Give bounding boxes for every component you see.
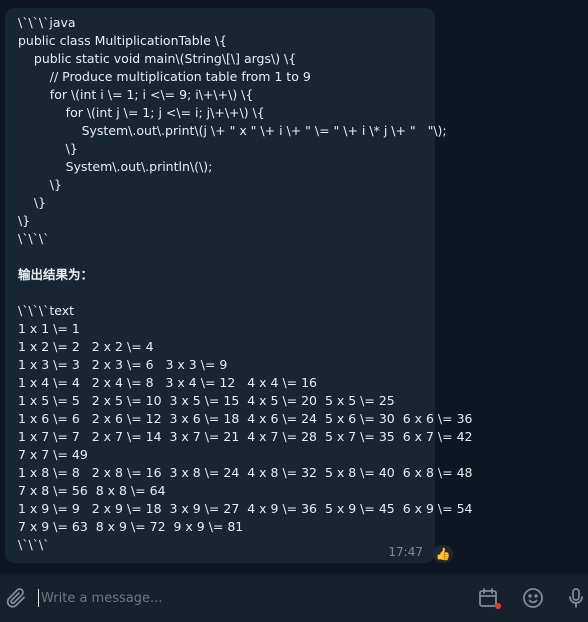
message-line: \`\`\`	[18, 537, 50, 552]
message-line: \`\`\`java	[18, 15, 76, 30]
text-caret	[38, 589, 39, 607]
message-line: 7 x 7 \= 49	[18, 447, 88, 462]
chat-history: \`\`\`java public class MultiplicationTab…	[0, 0, 588, 573]
message-composer	[0, 573, 588, 622]
message-line: 1 x 3 \= 3 2 x 3 \= 6 3 x 3 \= 9	[18, 357, 228, 372]
message-line: \}	[18, 177, 62, 192]
message-line: \}	[18, 213, 31, 228]
message-line: 1 x 1 \= 1	[18, 321, 80, 336]
message-line: 1 x 7 \= 7 2 x 7 \= 14 3 x 7 \= 21 4 x 7…	[18, 429, 473, 444]
message-line: for \(int j \= 1; j <\= i; j\+\+\) \{	[18, 105, 265, 120]
message-line: 7 x 8 \= 56 8 x 8 \= 64	[18, 483, 166, 498]
paperclip-icon[interactable]	[2, 584, 30, 612]
message-line: 7 x 9 \= 63 8 x 9 \= 72 9 x 9 \= 81	[18, 519, 244, 534]
message-time: 17:47	[388, 545, 423, 559]
thumbs-up-icon[interactable]: 👍	[433, 545, 453, 563]
message-line: 1 x 4 \= 4 2 x 4 \= 8 3 x 4 \= 12 4 x 4 …	[18, 375, 318, 390]
message-input[interactable]	[38, 586, 461, 610]
message-line: // Produce multiplication table from 1 t…	[18, 69, 311, 84]
message-line	[18, 284, 430, 302]
microphone-icon[interactable]	[562, 584, 588, 612]
message-line	[18, 248, 430, 266]
message-line: 1 x 6 \= 6 2 x 6 \= 12 3 x 6 \= 18 4 x 6…	[18, 411, 473, 426]
message-bubble[interactable]: \`\`\`java public class MultiplicationTab…	[5, 8, 473, 563]
message-line: public static void main\(String\[\] args…	[18, 51, 297, 66]
message-line: System\.out\.print\(j \+ " x " \+ i \+ "…	[18, 123, 447, 138]
message-line: \`\`\`	[18, 231, 50, 246]
message-line: public class MultiplicationTable \{	[18, 33, 227, 48]
message-line: 1 x 5 \= 5 2 x 5 \= 10 3 x 5 \= 15 4 x 5…	[18, 393, 395, 408]
message-line: System\.out\.println\(\);	[18, 159, 213, 174]
message-line: 输出结果为：	[18, 267, 94, 282]
notification-dot	[495, 603, 501, 609]
message-line: \`\`\`text	[18, 303, 75, 318]
message-line: 1 x 9 \= 9 2 x 9 \= 18 3 x 9 \= 27 4 x 9…	[18, 501, 473, 516]
message-line: 1 x 8 \= 8 2 x 8 \= 16 3 x 8 \= 24 4 x 8…	[18, 465, 473, 480]
message-line: \}	[18, 141, 78, 156]
message-line: \}	[18, 195, 47, 210]
calendar-icon[interactable]	[474, 584, 502, 612]
message-line: 1 x 2 \= 2 2 x 2 \= 4	[18, 339, 154, 354]
message-line: for \(int i \= 1; i <\= 9; i\+\+\) \{	[18, 87, 254, 102]
message-text: \`\`\`java public class MultiplicationTab…	[18, 14, 473, 554]
smile-icon[interactable]	[519, 584, 547, 612]
